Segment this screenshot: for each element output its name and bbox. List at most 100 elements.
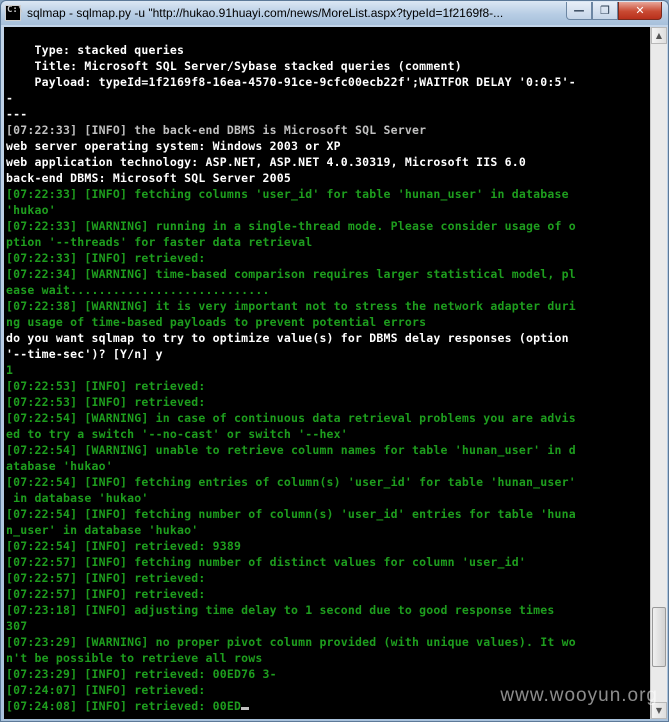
arrow-down-icon: ▼: [655, 706, 663, 715]
console-line-text: [07:22:57] [INFO] retrieved:: [6, 571, 206, 585]
console-line: [07:22:38] [WARNING] it is very importan…: [6, 298, 576, 314]
console-line-text: [07:22:33] [INFO] retrieved:: [6, 251, 206, 265]
console-line-text: Title: Microsoft SQL Server/Sybase stack…: [6, 59, 462, 73]
vertical-scrollbar[interactable]: ▲ ▼: [650, 27, 667, 719]
console-line-text: in database 'hukao': [6, 491, 149, 505]
arrow-up-icon: ▲: [655, 31, 663, 40]
console-line-text: -: [6, 91, 14, 105]
console-line: back-end DBMS: Microsoft SQL Server 2005: [6, 170, 576, 186]
console-line: [07:22:54] [WARNING] unable to retrieve …: [6, 442, 576, 458]
console-line-text: [07:22:54] [INFO] fetching number of col…: [6, 507, 576, 521]
console-line: [07:23:29] [INFO] retrieved: 00ED76 3-: [6, 666, 576, 682]
console-line-text: [07:24:07] [INFO] retrieved:: [6, 683, 206, 697]
console-line-text: [07:22:54] [WARNING] in case of continuo…: [6, 411, 576, 425]
console-line-text: [07:22:53] [INFO] retrieved:: [6, 395, 206, 409]
console-line-text: [07:22:33] [WARNING] running in a single…: [6, 219, 576, 233]
console-line: ption '--threads' for faster data retrie…: [6, 234, 576, 250]
console-line: [07:22:54] [WARNING] in case of continuo…: [6, 410, 576, 426]
console-line: [07:22:53] [INFO] retrieved:: [6, 378, 576, 394]
console-line: [07:22:54] [INFO] fetching entries of co…: [6, 474, 576, 490]
window-controls: — ❐ ✕: [566, 2, 662, 20]
console-line-text: ---: [6, 107, 28, 121]
console-line-text: [07:22:53] [INFO] retrieved:: [6, 379, 206, 393]
console-line: [07:22:54] [INFO] fetching number of col…: [6, 506, 576, 522]
console-line: ---: [6, 106, 576, 122]
console-line-text: Payload: typeId=1f2169f8-16ea-4570-91ce-…: [6, 75, 576, 89]
scroll-up-button[interactable]: ▲: [651, 27, 667, 44]
console-line: n't be possible to retrieve all rows: [6, 650, 576, 666]
console-line-text: ease wait............................: [6, 283, 270, 297]
console-window: C:\ sqlmap - sqlmap.py -u "http://hukao.…: [0, 0, 669, 722]
console-line-text: [07:22:38] [WARNING] it is very importan…: [6, 299, 576, 313]
scrollbar-thumb[interactable]: [652, 607, 666, 667]
console-line-text: [07:22:57] [INFO] retrieved:: [6, 587, 206, 601]
console-line: web server operating system: Windows 200…: [6, 138, 576, 154]
console-line-text: [07:23:29] [WARNING] no proper pivot col…: [6, 635, 576, 649]
console-line-text: atabase 'hukao': [6, 459, 113, 473]
console-line-text: web application technology: ASP.NET, ASP…: [6, 155, 527, 169]
console-lines: Type: stacked queries Title: Microsoft S…: [6, 42, 576, 714]
console-line-text: n_user' in database 'hukao': [6, 523, 199, 537]
console-line-text: web server operating system: Windows 200…: [6, 139, 341, 153]
window-title: sqlmap - sqlmap.py -u "http://hukao.91hu…: [27, 6, 504, 20]
console-line: [07:22:57] [INFO] fetching number of dis…: [6, 554, 576, 570]
console-line: [07:22:33] [INFO] the back-end DBMS is M…: [6, 122, 576, 138]
text-cursor: [241, 707, 250, 710]
console-line: Title: Microsoft SQL Server/Sybase stack…: [6, 58, 576, 74]
console-line-text: 1: [6, 363, 14, 377]
console-line-text: '--time-sec')? [Y/n] y: [6, 347, 163, 361]
console-line-text: Type: stacked queries: [6, 43, 185, 57]
console-line: n_user' in database 'hukao': [6, 522, 576, 538]
console-line: do you want sqlmap to try to optimize va…: [6, 330, 576, 346]
console-line-text: ption '--threads' for faster data retrie…: [6, 235, 313, 249]
console-line: 'hukao': [6, 202, 576, 218]
console-line-text: ng usage of time-based payloads to preve…: [6, 315, 427, 329]
console-line: -: [6, 90, 576, 106]
console-line: 307: [6, 618, 576, 634]
console-line-text: [07:22:33] [INFO] the back-end DBMS is M…: [6, 123, 427, 137]
close-icon: ✕: [635, 4, 645, 17]
console-line: [07:23:29] [WARNING] no proper pivot col…: [6, 634, 576, 650]
console-line-text: [07:22:54] [WARNING] unable to retrieve …: [6, 443, 576, 457]
console-line-text: [07:22:57] [INFO] fetching number of dis…: [6, 555, 527, 569]
console-line: Type: stacked queries: [6, 42, 576, 58]
console-line: [07:22:33] [INFO] retrieved:: [6, 250, 576, 266]
console-line: ng usage of time-based payloads to preve…: [6, 314, 576, 330]
console-line: [07:22:53] [INFO] retrieved:: [6, 394, 576, 410]
maximize-icon: ❐: [600, 4, 610, 17]
console-line: web application technology: ASP.NET, ASP…: [6, 154, 576, 170]
minimize-icon: —: [573, 4, 585, 17]
console-line: Payload: typeId=1f2169f8-16ea-4570-91ce-…: [6, 74, 576, 90]
console-line-text: [07:24:08] [INFO] retrieved: 00ED: [6, 699, 242, 713]
watermark: www.wooyun.org: [500, 685, 658, 706]
console-line: [07:23:18] [INFO] adjusting time delay t…: [6, 602, 576, 618]
console-line: ease wait............................: [6, 282, 576, 298]
maximize-button[interactable]: ❐: [592, 2, 618, 20]
console-line-text: n't be possible to retrieve all rows: [6, 651, 263, 665]
console-line: [07:22:57] [INFO] retrieved:: [6, 570, 576, 586]
console-line-text: [07:22:33] [INFO] fetching columns 'user…: [6, 187, 569, 201]
console-line-text: [07:22:34] [WARNING] time-based comparis…: [6, 267, 576, 281]
console-line-text: do you want sqlmap to try to optimize va…: [6, 331, 569, 345]
console-line-text: ed to try a switch '--no-cast' or switch…: [6, 427, 348, 441]
console-line-text: [07:22:54] [INFO] retrieved: 9389: [6, 539, 242, 553]
console-line: [07:22:34] [WARNING] time-based comparis…: [6, 266, 576, 282]
console-line-text: back-end DBMS: Microsoft SQL Server 2005: [6, 171, 291, 185]
console-line: in database 'hukao': [6, 490, 576, 506]
console-line: [07:24:07] [INFO] retrieved:: [6, 682, 576, 698]
console-app-icon: C:\: [5, 5, 23, 21]
console-line: ed to try a switch '--no-cast' or switch…: [6, 426, 576, 442]
close-button[interactable]: ✕: [618, 2, 662, 20]
console-line-text: 307: [6, 619, 28, 633]
console-line: [07:22:33] [WARNING] running in a single…: [6, 218, 576, 234]
minimize-button[interactable]: —: [566, 2, 592, 20]
console-line: '--time-sec')? [Y/n] y: [6, 346, 576, 362]
console-line: atabase 'hukao': [6, 458, 576, 474]
console-line-text: [07:23:18] [INFO] adjusting time delay t…: [6, 603, 555, 617]
console-output[interactable]: Type: stacked queries Title: Microsoft S…: [4, 27, 650, 719]
console-line-text: 'hukao': [6, 203, 56, 217]
console-line: [07:22:33] [INFO] fetching columns 'user…: [6, 186, 576, 202]
title-bar[interactable]: C:\ sqlmap - sqlmap.py -u "http://hukao.…: [1, 1, 668, 25]
console-line-text: [07:23:29] [INFO] retrieved: 00ED76 3-: [6, 667, 277, 681]
console-line: [07:22:57] [INFO] retrieved:: [6, 586, 576, 602]
